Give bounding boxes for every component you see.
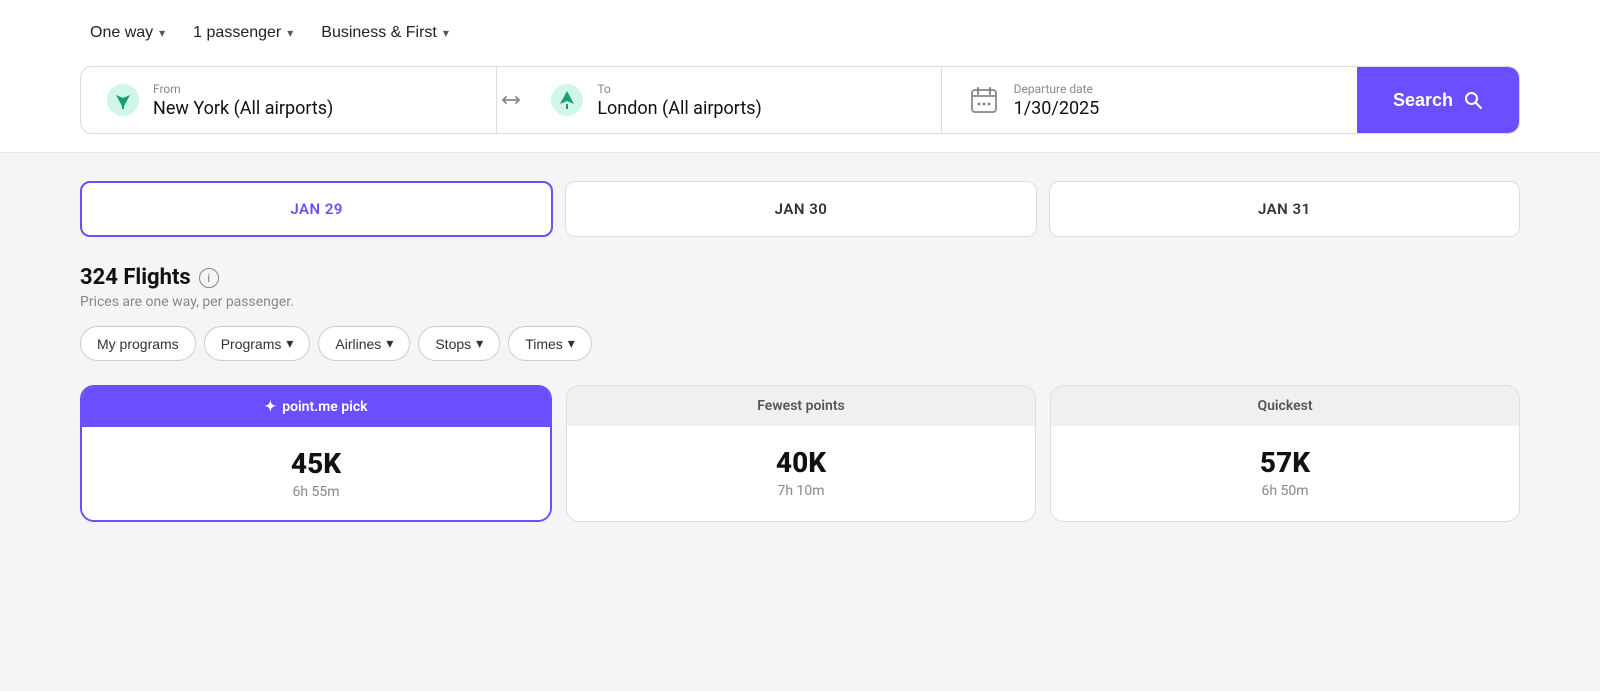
swap-button[interactable] xyxy=(493,67,529,133)
chevron-down-icon: ▾ xyxy=(476,335,483,352)
flights-count-text: 324 Flights xyxy=(80,265,191,290)
search-bar: From New York (All airports) To xyxy=(80,66,1520,134)
way-type-label: One way xyxy=(90,24,153,42)
search-button-label: Search xyxy=(1393,90,1453,111)
card-points: 40K xyxy=(587,446,1015,479)
cabin-class-label: Business & First xyxy=(321,24,437,42)
card-duration: 6h 55m xyxy=(102,484,530,500)
from-value: New York (All airports) xyxy=(153,98,333,119)
card-header-fewest: Fewest points xyxy=(567,386,1035,426)
departure-field-text: Departure date 1/30/2025 xyxy=(1014,82,1100,119)
to-airport-icon xyxy=(549,82,585,118)
passengers-selector[interactable]: 1 passenger ▾ xyxy=(183,18,303,48)
filter-airlines[interactable]: Airlines ▾ xyxy=(318,326,410,361)
filter-programs[interactable]: Programs ▾ xyxy=(204,326,311,361)
date-tab-jan30[interactable]: JAN 30 xyxy=(565,181,1036,237)
card-header-featured: ✦ point.me pick xyxy=(82,387,550,427)
from-field-text: From New York (All airports) xyxy=(153,82,333,119)
filter-row: My programs Programs ▾ Airlines ▾ Stops … xyxy=(80,326,1520,361)
from-airport-icon xyxy=(105,82,141,118)
main-content: JAN 29 JAN 30 JAN 31 324 Flights i Price… xyxy=(0,153,1600,550)
card-points: 45K xyxy=(102,447,530,480)
card-body-quickest: 57K 6h 50m xyxy=(1051,426,1519,519)
result-card-quickest[interactable]: Quickest 57K 6h 50m xyxy=(1050,385,1520,522)
card-body-featured: 45K 6h 55m xyxy=(82,427,550,520)
result-card-fewest[interactable]: Fewest points 40K 7h 10m xyxy=(566,385,1036,522)
to-field[interactable]: To London (All airports) xyxy=(525,67,941,133)
chevron-down-icon: ▾ xyxy=(286,335,293,352)
date-tab-jan31[interactable]: JAN 31 xyxy=(1049,181,1520,237)
card-header-quickest: Quickest xyxy=(1051,386,1519,426)
result-card-featured[interactable]: ✦ point.me pick 45K 6h 55m xyxy=(80,385,552,522)
search-icon xyxy=(1463,90,1483,110)
card-header-label: Fewest points xyxy=(757,398,845,414)
to-label: To xyxy=(597,82,761,96)
to-value: London (All airports) xyxy=(597,98,761,119)
card-header-label: point.me pick xyxy=(282,399,367,415)
card-duration: 6h 50m xyxy=(1071,483,1499,499)
date-tab-jan29[interactable]: JAN 29 xyxy=(80,181,553,237)
passengers-label: 1 passenger xyxy=(193,24,281,42)
chevron-down-icon: ▾ xyxy=(386,335,393,352)
card-duration: 7h 10m xyxy=(587,483,1015,499)
filter-times[interactable]: Times ▾ xyxy=(508,326,592,361)
search-button[interactable]: Search xyxy=(1357,67,1519,133)
flights-count-row: 324 Flights i xyxy=(80,265,1520,290)
departure-label: Departure date xyxy=(1014,82,1100,96)
departure-field[interactable]: Departure date 1/30/2025 xyxy=(942,67,1357,133)
from-field[interactable]: From New York (All airports) xyxy=(81,67,497,133)
cabin-class-chevron: ▾ xyxy=(443,26,449,40)
cabin-class-selector[interactable]: Business & First ▾ xyxy=(311,18,459,48)
date-tabs: JAN 29 JAN 30 JAN 31 xyxy=(80,181,1520,237)
way-type-chevron: ▾ xyxy=(159,26,165,40)
calendar-icon xyxy=(966,82,1002,118)
to-field-text: To London (All airports) xyxy=(597,82,761,119)
result-cards: ✦ point.me pick 45K 6h 55m Fewest points… xyxy=(80,385,1520,522)
card-body-fewest: 40K 7h 10m xyxy=(567,426,1035,519)
flights-header: 324 Flights i Prices are one way, per pa… xyxy=(80,265,1520,310)
card-header-label: Quickest xyxy=(1257,398,1312,414)
filter-stops[interactable]: Stops ▾ xyxy=(418,326,500,361)
trip-options: One way ▾ 1 passenger ▾ Business & First… xyxy=(80,18,1520,48)
passengers-chevron: ▾ xyxy=(287,26,293,40)
chevron-down-icon: ▾ xyxy=(568,335,575,352)
card-points: 57K xyxy=(1071,446,1499,479)
from-label: From xyxy=(153,82,333,96)
flights-subtitle: Prices are one way, per passenger. xyxy=(80,294,1520,310)
way-type-selector[interactable]: One way ▾ xyxy=(80,18,175,48)
filter-my-programs[interactable]: My programs xyxy=(80,326,196,361)
info-icon[interactable]: i xyxy=(199,268,219,288)
sparkle-icon: ✦ xyxy=(264,399,276,415)
top-bar: One way ▾ 1 passenger ▾ Business & First… xyxy=(0,0,1600,153)
departure-value: 1/30/2025 xyxy=(1014,98,1100,119)
